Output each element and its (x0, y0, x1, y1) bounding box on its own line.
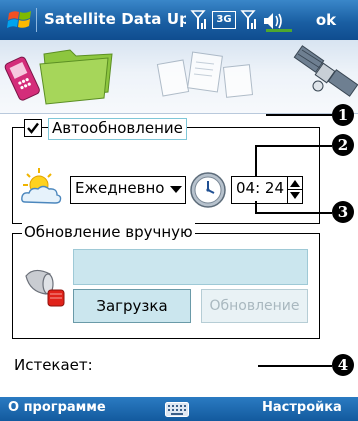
settings-softkey[interactable]: Настройка (262, 400, 342, 415)
signal-strength-icon[interactable] (240, 9, 258, 31)
callout-connector-2 (255, 145, 257, 177)
time-value: 04: 24 (236, 179, 284, 197)
keyboard-icon[interactable] (165, 402, 189, 417)
ok-button[interactable]: ok (306, 8, 346, 32)
volume-icon[interactable] (262, 10, 294, 32)
auto-update-label[interactable]: Автообновление (48, 118, 187, 140)
expires-label: Истекает: (14, 356, 93, 374)
checkmark-icon (27, 122, 39, 134)
callout-badge-1: 1 (332, 104, 354, 126)
update-button-disabled[interactable]: Обновление (201, 289, 308, 323)
frequency-value: Ежедневно (75, 179, 165, 197)
time-spinner[interactable] (287, 176, 303, 204)
callout-line-1 (266, 114, 332, 116)
spin-up-icon[interactable] (290, 180, 300, 187)
callout-badge-3: 3 (332, 201, 354, 223)
spin-down-icon[interactable] (290, 192, 300, 199)
dropdown-arrow-icon[interactable] (170, 186, 182, 193)
callout-line-2 (255, 145, 332, 147)
spinner-divider (288, 189, 302, 190)
callout-badge-2: 2 (332, 134, 354, 156)
callout-line-3 (255, 212, 332, 214)
update-time-field[interactable]: 04: 24 (231, 176, 288, 204)
weather-sun-cloud-icon (19, 166, 63, 206)
windows-start-icon[interactable] (6, 7, 34, 33)
satellite-dish-icon (20, 260, 72, 312)
title-separator (36, 8, 37, 32)
about-softkey[interactable]: О программе (8, 400, 106, 415)
banner-illustration (4, 45, 358, 105)
manual-update-path-field[interactable] (73, 249, 308, 285)
network-3g-badge: 3G (212, 11, 236, 29)
callout-line-4 (258, 365, 332, 367)
callout-badge-4: 4 (332, 354, 354, 376)
window-title: Satellite Data Upd (44, 10, 186, 28)
header-banner (0, 40, 358, 114)
update-frequency-dropdown[interactable]: Ежедневно (70, 176, 186, 204)
auto-update-checkbox[interactable] (24, 119, 42, 137)
manual-update-legend: Обновление вручную (22, 223, 195, 241)
download-button[interactable]: Загрузка (73, 289, 191, 323)
bottom-menu-bar: О программе Настройка (0, 397, 358, 421)
title-bar: Satellite Data Upd 3G ok (0, 0, 358, 40)
signal-icon[interactable] (190, 9, 208, 31)
alarm-clock-icon (188, 168, 228, 210)
